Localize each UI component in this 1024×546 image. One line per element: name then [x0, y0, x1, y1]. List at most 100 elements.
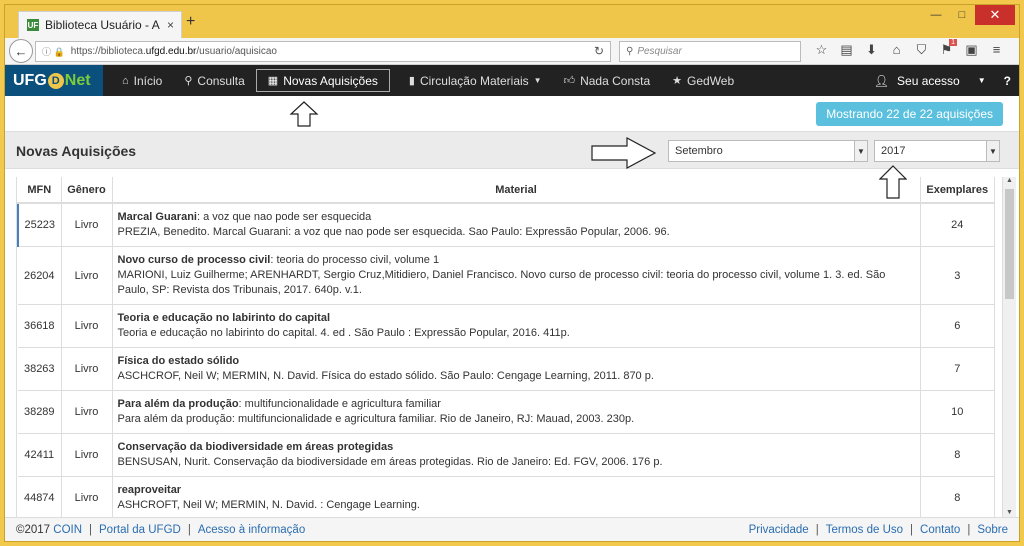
acquisitions-table: MFN Gênero Material Exemplares 25223 Liv… — [16, 177, 995, 519]
table-row[interactable]: 42411 Livro Conservação da biodiversidad… — [18, 433, 994, 477]
material-title[interactable]: Conservação da biodiversidade em áreas p… — [118, 441, 394, 453]
logo-net: Net — [64, 71, 91, 89]
site-navbar: UFG D Net ⌂ Início ⚲ Consulta ▦ Novas Aquisiç… — [5, 65, 1019, 96]
minimize-button[interactable]: — — [923, 5, 949, 25]
bookmark-star-icon[interactable]: ☆ — [809, 42, 834, 58]
material-title[interactable]: Novo curso de processo civil — [118, 254, 271, 266]
tab-title: Biblioteca Usuário - Aquisiç — [45, 18, 160, 32]
nav-nada-consta[interactable]: 👍︎ Nada Consta — [553, 69, 662, 92]
material-title[interactable]: Marcal Guarani — [118, 211, 197, 223]
user-icon: 👤︎ — [873, 73, 890, 88]
table-row[interactable]: 44874 Livro reaproveitar ASHCROFT, Neil W… — [18, 476, 994, 519]
extension-icon[interactable]: ▣ — [959, 42, 984, 58]
table-row[interactable]: 25223 Livro Marcal Guarani: a voz que na… — [17, 202, 994, 247]
material-reference: ASHCROFT, Neil W; MERMIN, N. David. : Ce… — [117, 499, 420, 512]
nav-circulacao-materiais[interactable]: ▮ Circulação Materiais ▼ — [398, 69, 553, 92]
nav-label: Circulação Materiais — [419, 73, 529, 88]
material-subtitle: : multifuncionalidade e agricultura fami… — [238, 398, 441, 410]
month-select[interactable]: Setembro ▼ — [668, 140, 868, 162]
lock-icon: ⓘ 🔒 — [42, 47, 65, 57]
help-button[interactable]: ? — [1004, 74, 1011, 88]
table-row[interactable]: 38263 Livro Física do estado sólido ASCHC… — [18, 347, 994, 391]
table-row[interactable]: 36618 Livro Teoria e educação no labirin… — [18, 304, 994, 348]
footer-link-portal[interactable]: Portal da UFGD — [99, 524, 181, 536]
tab-bar: UF Biblioteca Usuário - Aquisiç × + — □ … — [5, 5, 1019, 38]
cell-copies: 8 — [920, 476, 994, 519]
page-scrollbar[interactable]: ▲ ▼ — [1002, 177, 1016, 521]
chevron-down-icon: ▼ — [977, 76, 986, 85]
download-icon[interactable]: ⬇ — [859, 42, 884, 58]
nav-label: Início — [133, 73, 163, 88]
cell-mfn: 42411 — [18, 433, 62, 477]
site-logo[interactable]: UFG D Net — [5, 65, 103, 96]
material-reference: BENSUSAN, Nurit. Conservação da biodiver… — [117, 456, 663, 468]
cell-mfn: 36618 — [18, 304, 62, 348]
footer-separator: | — [89, 523, 93, 536]
material-reference: PREZIA, Benedito. Marcal Guarani: a voz … — [117, 226, 670, 238]
table-row[interactable]: 26204 Livro Novo curso de processo civil… — [18, 246, 994, 305]
footer-link-terms[interactable]: Termos de Uso — [826, 524, 903, 536]
nav-label: Novas Aquisições — [283, 73, 378, 88]
cell-copies: 8 — [920, 433, 994, 477]
back-button[interactable]: ← — [9, 39, 33, 63]
material-title[interactable]: Física do estado sólido — [118, 355, 240, 367]
scroll-up-icon[interactable]: ▲ — [1003, 177, 1016, 189]
close-tab-icon[interactable]: × — [167, 18, 174, 32]
nav-label: Consulta — [197, 73, 245, 88]
reading-list-icon[interactable]: ▤ — [834, 42, 859, 58]
url-bar[interactable]: ⓘ 🔒 https://biblioteca.ufgd.edu.br/usuar… — [35, 41, 611, 62]
cell-material: Marcal Guarani: a voz que nao pode ser e… — [112, 202, 921, 247]
window-controls: — □ ✕ — [923, 5, 1015, 25]
browser-toolbar: ← ⓘ 🔒 https://biblioteca.ufgd.edu.br/usu… — [5, 38, 1019, 65]
cell-genre: Livro — [61, 347, 113, 391]
nav-label: Nada Consta — [580, 73, 651, 88]
material-reference: Para além da produção: multifuncionalida… — [117, 413, 635, 425]
col-mfn[interactable]: MFN — [18, 177, 62, 204]
material-title[interactable]: Teoria e educação no labirinto do capita… — [118, 312, 331, 324]
col-copies[interactable]: Exemplares — [920, 177, 994, 204]
search-icon: ⚲ — [184, 75, 193, 87]
col-genre[interactable]: Gênero — [61, 177, 113, 204]
reload-icon[interactable]: ↻ — [594, 44, 604, 58]
toolbar-icons: ☆ ▤ ⬇ ⌂ ⛉ ⚑ 1 ▣ ≡ — [809, 39, 1009, 58]
material-reference: Teoria e educação no labirinto do capita… — [117, 327, 570, 339]
search-input[interactable]: ⚲ Pesquisar — [619, 41, 801, 62]
panel-header: Novas Aquisições Setembro ▼ 2017 ▼ — [5, 131, 1019, 169]
browser-window: UF Biblioteca Usuário - Aquisiç × + — □ … — [4, 4, 1020, 542]
close-window-button[interactable]: ✕ — [975, 5, 1015, 25]
scroll-thumb[interactable] — [1005, 189, 1014, 299]
nav-inicio[interactable]: ⌂ Início — [111, 69, 173, 92]
cell-mfn: 38289 — [18, 390, 62, 434]
showing-count-button[interactable]: Mostrando 22 de 22 aquisições — [816, 102, 1003, 126]
footer-link-privacy[interactable]: Privacidade — [749, 524, 809, 536]
menu-icon[interactable]: ≡ — [984, 42, 1009, 58]
cell-material: Física do estado sólido ASCHCROF, Neil W;… — [112, 347, 921, 391]
table-header-row: MFN Gênero Material Exemplares — [18, 177, 994, 204]
footer-link-access[interactable]: Acesso à informação — [198, 524, 305, 536]
cell-genre: Livro — [61, 246, 113, 305]
browser-tab[interactable]: UF Biblioteca Usuário - Aquisiç × — [18, 11, 182, 38]
cell-material: Conservação da biodiversidade em áreas p… — [112, 433, 921, 477]
footer-link-coin[interactable]: COIN — [53, 524, 82, 536]
footer-separator: | — [187, 523, 191, 536]
nav-novas-aquisicoes[interactable]: ▦ Novas Aquisições — [255, 69, 390, 92]
account-menu[interactable]: 👤︎ Seu acesso ▼ ? — [866, 65, 1011, 96]
notification-badge: 1 — [949, 39, 957, 46]
material-title[interactable]: Para além da produção — [118, 398, 239, 410]
year-select[interactable]: 2017 ▼ — [874, 140, 1000, 162]
footer-link-contact[interactable]: Contato — [920, 524, 960, 536]
cell-copies: 24 — [920, 202, 994, 247]
pocket-icon[interactable]: ⛉ — [909, 42, 934, 58]
col-material[interactable]: Material — [112, 177, 921, 204]
material-title[interactable]: reaproveitar — [118, 484, 182, 496]
nav-consulta[interactable]: ⚲ Consulta — [173, 69, 255, 92]
table-row[interactable]: 38289 Livro Para além da produção: multi… — [18, 390, 994, 434]
page-footer: ©2017 COIN | Portal da UFGD | Acesso à i… — [5, 517, 1019, 541]
home-icon[interactable]: ⌂ — [884, 42, 909, 58]
new-tab-button[interactable]: + — [186, 13, 195, 31]
footer-link-about[interactable]: Sobre — [977, 524, 1008, 536]
cell-copies: 10 — [920, 390, 994, 434]
notification-icon[interactable]: ⚑ 1 — [934, 39, 959, 58]
maximize-button[interactable]: □ — [949, 5, 975, 25]
nav-gedweb[interactable]: ★ GedWeb — [661, 69, 745, 92]
